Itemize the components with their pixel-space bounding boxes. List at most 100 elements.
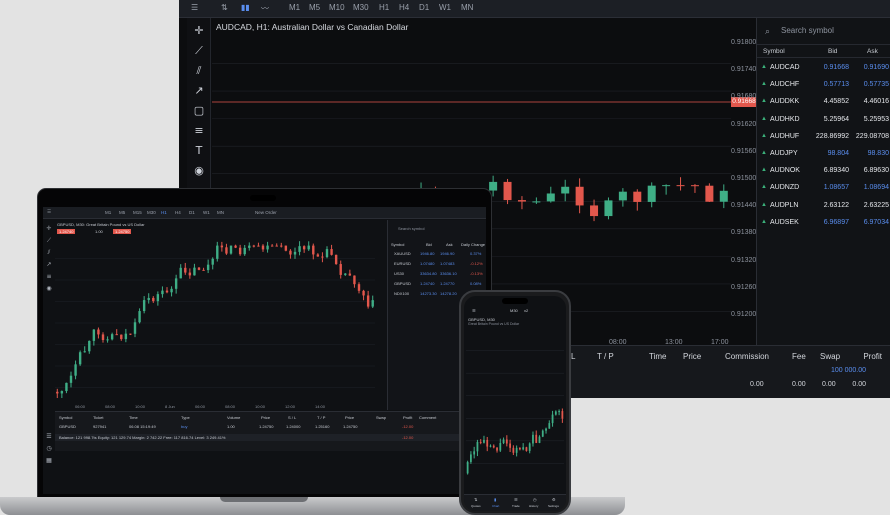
col-change: Daily Change	[461, 242, 486, 247]
trade-icon[interactable]: ☰	[514, 497, 518, 502]
phone-candlestick-chart[interactable]	[466, 328, 564, 486]
line-chart-icon[interactable]: 〰	[261, 3, 269, 14]
nav-chart[interactable]: Chart	[492, 504, 499, 508]
pos-symbol[interactable]: GBPUSD	[59, 424, 76, 429]
fibonacci-icon[interactable]: ≡	[45, 273, 53, 281]
lot-size[interactable]: 1.00	[95, 229, 103, 234]
eye-icon[interactable]: ◉	[45, 285, 53, 293]
ray-icon[interactable]: ↗	[45, 261, 53, 269]
candle-body	[188, 272, 192, 276]
balance-row: Balance: 121 998.7ts Equity: 121 129.74 …	[55, 434, 486, 441]
tf-h4[interactable]: H4	[399, 3, 409, 12]
candle-body	[525, 447, 528, 451]
laptop-candlestick-chart[interactable]	[55, 237, 385, 409]
tf-d1[interactable]: D1	[419, 3, 429, 12]
text-icon[interactable]: T	[192, 144, 206, 158]
tf-w1[interactable]: W1	[203, 210, 210, 215]
row-change: -0.12%	[470, 261, 483, 266]
candle-body	[499, 443, 502, 451]
tf-h4[interactable]: H4	[175, 210, 181, 215]
row-ask: 0.91690	[863, 64, 889, 71]
eye-icon[interactable]: ◉	[192, 164, 206, 178]
row-symbol[interactable]: XAUUSD	[394, 251, 411, 256]
trendline-icon[interactable]: ⟋	[45, 237, 53, 245]
history-icon[interactable]: ◷	[45, 445, 53, 453]
nav-trade[interactable]: Trade	[512, 504, 520, 508]
candle-body	[202, 269, 205, 271]
buy-price[interactable]: 1.24750	[113, 229, 132, 234]
history-icon[interactable]: ◷	[533, 497, 537, 502]
watchlist-row[interactable]: ▲ AUDCAD 0.91668 0.91690	[757, 60, 890, 77]
tf-m30[interactable]: M30	[147, 210, 156, 215]
up-arrow-icon: ▲	[761, 115, 767, 122]
tf-m30[interactable]: M30	[353, 3, 369, 12]
row-symbol[interactable]: NDX100	[394, 291, 409, 296]
chart-type-icon[interactable]: ⇅	[221, 3, 228, 12]
candle-body	[545, 428, 547, 431]
candle-body	[124, 333, 128, 340]
quotes-icon[interactable]: ⇅	[474, 497, 477, 502]
sell-price[interactable]: 1.24740	[57, 229, 76, 234]
up-arrow-icon: ▲	[761, 81, 767, 88]
watchlist-row[interactable]: ▲ AUDCHF 0.57713 0.57735	[757, 77, 890, 94]
tf-d1[interactable]: D1	[189, 210, 195, 215]
row-symbol[interactable]: US30	[394, 271, 404, 276]
new-order-button[interactable]: New Order	[255, 210, 277, 215]
search-input[interactable]: ⌕ Search symbol	[757, 22, 890, 40]
col-price: Price	[261, 415, 271, 420]
candle-body	[307, 245, 310, 250]
watchlist-row[interactable]: ▲ AUDHKD 5.25964 5.25953	[757, 112, 890, 129]
watchlist-row[interactable]: ▲ AUDNZD 1.08657 1.08694	[757, 180, 890, 197]
tf-m15[interactable]: M15	[133, 210, 142, 215]
pos-profit: -12.00	[402, 424, 414, 429]
settings-icon[interactable]: ⚙	[552, 497, 556, 502]
row-bid: 1.24740	[420, 281, 435, 286]
price-label: 0.91380	[731, 229, 757, 237]
tf-m30[interactable]: M30	[510, 308, 518, 313]
row-ask: 4.46016	[863, 98, 889, 106]
candle-body	[129, 333, 132, 335]
compare-button[interactable]: x2	[524, 308, 528, 313]
tf-mn[interactable]: MN	[461, 3, 473, 12]
menu-icon[interactable]: ☰	[472, 308, 476, 313]
nav-settings[interactable]: Settings	[548, 504, 559, 508]
watchlist-row[interactable]: ▲ AUDHUF 228.86992 229.08708	[757, 129, 890, 146]
channel-icon[interactable]: ⫽	[192, 64, 206, 78]
ray-icon[interactable]: ↗	[192, 84, 206, 98]
candles-icon[interactable]: ▮▮	[241, 3, 250, 12]
rectangle-icon[interactable]: ▢	[192, 104, 206, 118]
watchlist-row[interactable]: ▲ AUDJPY 98.804 98.830	[757, 146, 890, 163]
positions-icon[interactable]: ☰	[45, 433, 53, 441]
total-fee: 0.00	[792, 381, 806, 388]
tf-w1[interactable]: W1	[439, 3, 451, 12]
nav-history[interactable]: History	[529, 504, 538, 508]
price-label: 0.91260	[731, 283, 757, 291]
menu-icon[interactable]: ☰	[47, 210, 51, 215]
chart-icon[interactable]: ▮	[494, 497, 496, 502]
col-symbol: Symbol	[763, 48, 785, 55]
menu-icon[interactable]: ☰	[191, 3, 198, 12]
tf-m5[interactable]: M5	[119, 210, 125, 215]
tf-m1[interactable]: M1	[289, 3, 300, 12]
watchlist-row[interactable]: ▲ AUDPLN 2.63122 2.63225	[757, 198, 890, 215]
calendar-icon[interactable]: ▦	[45, 457, 53, 465]
row-symbol[interactable]: EURUSD	[394, 261, 411, 266]
tf-h1[interactable]: H1	[161, 210, 167, 215]
tf-mn[interactable]: MN	[217, 210, 224, 215]
tf-h1[interactable]: H1	[379, 3, 389, 12]
candle-body	[110, 334, 114, 340]
tf-m5[interactable]: M5	[309, 3, 320, 12]
row-symbol[interactable]: GBPUSD	[394, 281, 411, 286]
crosshair-icon[interactable]: ✛	[192, 24, 206, 38]
trendline-icon[interactable]: ⟋	[192, 44, 206, 58]
tf-m1[interactable]: M1	[105, 210, 111, 215]
fibonacci-icon[interactable]: ≡	[192, 124, 206, 138]
crosshair-icon[interactable]: ✛	[45, 225, 53, 233]
tf-m10[interactable]: M10	[329, 3, 345, 12]
watchlist-row[interactable]: ▲ AUDSEK 6.96897 6.97034	[757, 215, 890, 232]
watchlist-row[interactable]: ▲ AUDDKK 4.45852 4.46016	[757, 94, 890, 111]
watchlist-row[interactable]: ▲ AUDNOK 6.89340 6.89630	[757, 163, 890, 180]
channel-icon[interactable]: ⫽	[45, 249, 53, 257]
nav-quotes[interactable]: Quotes	[471, 504, 481, 508]
search-input[interactable]: Search symbol	[398, 226, 424, 231]
